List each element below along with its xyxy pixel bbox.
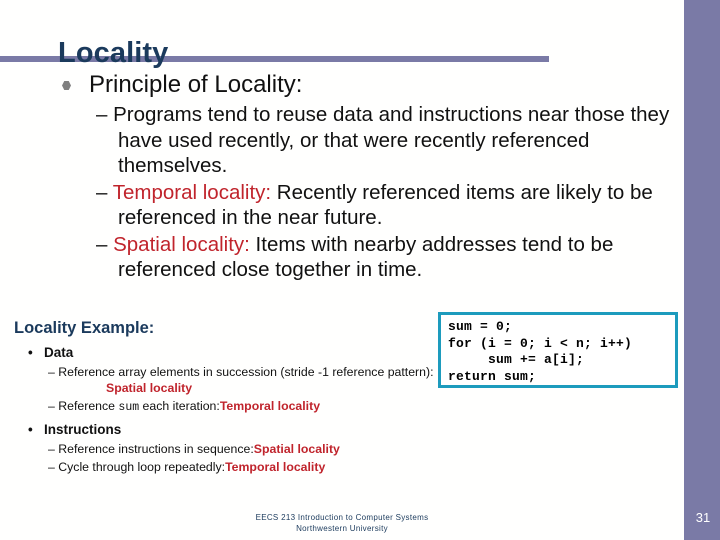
example-item-highlight: Spatial locality — [253, 441, 340, 456]
example-group-label: Instructions — [44, 421, 122, 437]
dash-marker: – — [48, 460, 55, 474]
dash-marker: – — [96, 103, 108, 126]
example-item-text: Reference array elements in succession (… — [58, 365, 434, 379]
dash-marker: – — [96, 232, 108, 256]
page-number: 31 — [695, 510, 711, 525]
code-example-box: sum = 0; for (i = 0; i < n; i++) sum += … — [438, 312, 678, 388]
hexagon-bullet-icon — [62, 81, 71, 90]
footer-course-line: EECS 213 Introduction to Computer System… — [255, 513, 429, 522]
dash-marker: – — [96, 180, 108, 204]
term-spatial-locality: Spatial locality — [113, 232, 245, 256]
example-item-text-after: each iteration: — [139, 399, 220, 413]
dash-marker: – — [48, 365, 55, 379]
slide-footer: EECS 213 Introduction to Computer System… — [0, 512, 684, 534]
main-content: Principle of Locality: – Programs tend t… — [56, 70, 681, 283]
dot-bullet-icon: • — [28, 345, 33, 360]
example-item-text: Reference — [58, 399, 119, 413]
bullet-principle-of-locality: Principle of Locality: — [56, 70, 681, 100]
inline-code-sum: sum — [118, 401, 140, 414]
sub-bullet-programs-reuse: – Programs tend to reuse data and instru… — [56, 102, 681, 179]
example-item-reference-sum: – Reference sum each iteration:Temporal … — [14, 399, 434, 416]
code-listing: sum = 0; for (i = 0; i < n; i++) sum += … — [448, 319, 633, 384]
example-item-text: Cycle through loop repeatedly: — [58, 460, 226, 474]
locality-example-section: Locality Example: • Data – Reference arr… — [14, 318, 434, 476]
bullet-label: Principle of Locality: — [89, 71, 303, 98]
dash-marker: – — [48, 399, 55, 413]
example-item-loop-repeatedly: – Cycle through loop repeatedly:Temporal… — [14, 460, 434, 476]
dot-bullet-icon: • — [28, 421, 33, 437]
term-temporal-locality: Temporal locality — [112, 180, 266, 204]
example-heading: Locality Example: — [14, 319, 155, 337]
example-item-highlight: Temporal locality — [219, 399, 321, 413]
dash-marker: – — [48, 441, 55, 456]
footer-institution-line: Northwestern University — [296, 524, 388, 533]
page-title: Locality — [58, 37, 169, 70]
example-group-instructions: • Instructions — [14, 420, 434, 439]
sub-bullet-temporal-locality: – Temporal locality: Recently referenced… — [56, 180, 681, 231]
right-accent-band — [684, 0, 720, 540]
sub-bullet-spatial-locality: – Spatial locality: Items with nearby ad… — [56, 232, 681, 283]
example-item-text: Reference instructions in sequence: — [58, 441, 254, 456]
example-group-label: Data — [44, 345, 74, 360]
example-item-instructions-sequence: – Reference instructions in sequence:Spa… — [14, 442, 434, 458]
example-group-data: • Data — [14, 343, 434, 362]
example-item-highlight: Spatial locality — [106, 380, 193, 395]
slide-canvas: Locality Principle of Locality: – Progra… — [0, 0, 720, 540]
example-item-highlight: Temporal locality — [225, 460, 326, 474]
example-item-array-succession: – Reference array elements in succession… — [14, 365, 434, 396]
sub-bullet-text: Programs tend to reuse data and instruct… — [113, 103, 670, 177]
